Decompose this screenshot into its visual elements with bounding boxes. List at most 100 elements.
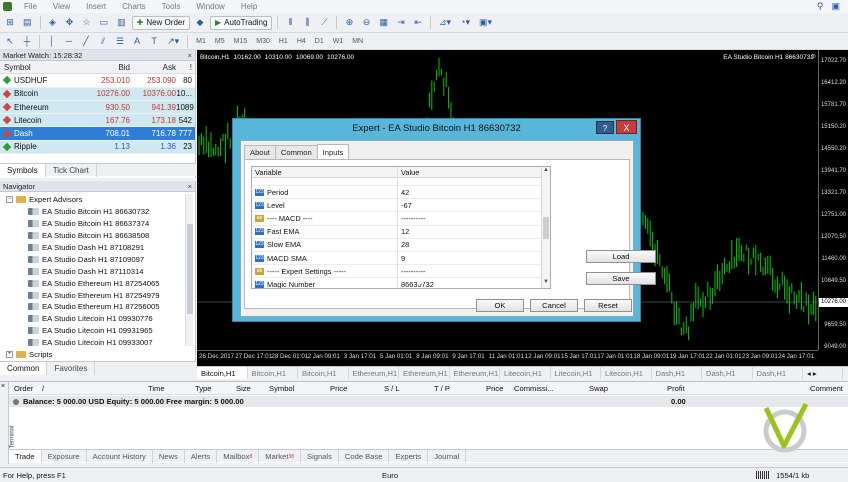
scrollbar-thumb[interactable] (543, 217, 549, 239)
menu-help[interactable]: Help (233, 2, 265, 11)
tree-ea-item[interactable]: EA Studio Dash H1 87110314 (0, 265, 195, 277)
channel-icon[interactable]: ⫽ (96, 34, 110, 48)
zoom-in-icon[interactable]: ⊕ (342, 16, 356, 30)
timeframe-d1[interactable]: D1 (312, 38, 327, 45)
tree-ea-item[interactable]: EA Studio Ethereum H1 87256005 (0, 301, 195, 313)
market-row-litecoin[interactable]: Litecoin 167.76 173.18 542 (0, 114, 195, 128)
menu-insert[interactable]: Insert (78, 2, 114, 11)
col-spread[interactable]: ! (176, 63, 194, 72)
col-profit[interactable]: Profit (667, 384, 685, 393)
chart-tab[interactable]: Bitcoin,H1 (248, 367, 298, 379)
chart-tab[interactable]: Dash,H1 (652, 367, 702, 379)
tree-ea-item[interactable]: EA Studio Dash H1 87108291 (0, 242, 195, 254)
terminal-tab[interactable]: Mailbox 8 (217, 450, 260, 463)
fibonacci-icon[interactable]: ☰ (113, 34, 127, 48)
tree-ea-item[interactable]: EA Studio Dash H1 87109097 (0, 253, 195, 265)
terminal-tab[interactable]: Signals (301, 450, 339, 463)
close-icon[interactable]: × (188, 182, 195, 191)
tab-common[interactable]: Common (274, 145, 318, 159)
timeframe-h1[interactable]: H1 (276, 38, 291, 45)
col-size[interactable]: Size (236, 384, 251, 393)
tree-ea-item[interactable]: EA Studio Bitcoin H1 86638508 (0, 230, 195, 242)
menu-window[interactable]: Window (188, 2, 232, 11)
tab-inputs[interactable]: Inputs (316, 144, 350, 159)
tree-ea-item[interactable]: EA Studio Litecoin H1 09930776 (0, 313, 195, 325)
auto-trading-button[interactable]: ▶ AutoTrading (210, 15, 273, 30)
ok-button[interactable]: OK (476, 299, 524, 312)
param-row[interactable]: ab ---- MACD ---- ---------- (252, 212, 550, 226)
tree-ea-item[interactable]: EA Studio Ethereum H1 87254065 (0, 277, 195, 289)
tile-icon[interactable]: ▦ (376, 16, 391, 30)
col-swap[interactable]: Swap (589, 384, 608, 393)
timeframe-w1[interactable]: W1 (330, 38, 347, 45)
col-commission[interactable]: Commissi... (514, 384, 554, 393)
terminal-tab[interactable]: Journal (428, 450, 467, 463)
timeframe-m15[interactable]: M15 (231, 38, 251, 45)
tab-tick-chart[interactable]: Tick Chart (46, 164, 97, 177)
col-ask[interactable]: Ask (130, 63, 176, 72)
terminal-tab[interactable]: Market 38 (259, 450, 301, 463)
zoom-out-icon[interactable]: ⊖ (359, 16, 373, 30)
market-row-dash[interactable]: Dash 708.01 716.78 777 (0, 127, 195, 141)
col-time[interactable]: Time (148, 384, 165, 393)
inputs-scrollbar[interactable]: ▲ ▼ (541, 167, 550, 288)
market-row-ripple[interactable]: Ripple 1.13 1.36 23 (0, 140, 195, 155)
col-order[interactable]: Order (14, 384, 33, 393)
param-value[interactable]: 28 (398, 240, 409, 249)
cancel-button[interactable]: Cancel (530, 299, 578, 312)
metaeditor-icon[interactable]: ◆ (193, 16, 207, 30)
chart-tab[interactable]: Bitcoin,H1 (298, 367, 349, 379)
timeframe-m30[interactable]: M30 (253, 38, 273, 45)
close-button[interactable]: X (616, 120, 637, 134)
autoscroll-icon[interactable]: ⇥ (394, 16, 408, 30)
market-row-ethereum[interactable]: Ethereum 930.50 941.39 1089 (0, 100, 195, 115)
menu-tools[interactable]: Tools (154, 2, 189, 11)
col-tp[interactable]: T / P (434, 384, 450, 393)
arrows-icon[interactable]: ↗▾ (164, 34, 182, 48)
col-type[interactable]: Type (195, 384, 211, 393)
param-value[interactable]: 9 (398, 254, 405, 263)
tree-ea-item[interactable]: EA Studio Bitcoin H1 86637374 (0, 218, 195, 230)
param-row[interactable]: 123 Magic Number 86630732 (252, 278, 550, 288)
terminal-tab[interactable]: Trade (9, 450, 42, 463)
param-row[interactable]: 123 Period 42 (252, 186, 550, 200)
chart-tab[interactable]: Litecoin,H1 (500, 367, 551, 379)
collapse-icon[interactable]: − (6, 196, 13, 204)
tree-ea-item[interactable]: EA Studio Litecoin H1 09931965 (0, 325, 195, 337)
chart-tab[interactable]: Dash,H1 (753, 367, 803, 379)
col-price-current[interactable]: Price (486, 384, 503, 393)
expand-icon[interactable]: + (6, 351, 13, 359)
terminal-tab[interactable]: Alerts (185, 450, 218, 463)
scroll-up-icon[interactable]: ▲ (542, 167, 550, 176)
param-row[interactable]: 123 Slow EMA 28 (252, 238, 550, 252)
navigator-icon[interactable]: ☆ (80, 16, 94, 30)
menu-view[interactable]: View (45, 2, 78, 11)
terminal-tab[interactable]: Experts (389, 450, 429, 463)
search-icon[interactable]: ⚲ (817, 1, 824, 12)
chart-tab[interactable]: Bitcoin,H1 (197, 367, 248, 379)
terminal-tab[interactable]: Exposure (42, 450, 87, 463)
line-chart-icon[interactable]: ⟋ (317, 16, 331, 30)
save-button[interactable]: Save (586, 272, 656, 285)
tester-icon[interactable]: ▥ (114, 16, 129, 30)
chart-tab[interactable]: Ethereum,H1 (450, 367, 500, 379)
market-row-bitcoin[interactable]: Bitcoin 10276.00 10376.00 10... (0, 87, 195, 101)
chat-icon[interactable]: ▣ (831, 1, 840, 12)
col-symbol[interactable]: Symbol (0, 63, 86, 72)
reset-button[interactable]: Reset (584, 299, 632, 312)
param-row[interactable]: 123 Fast EMA 12 (252, 225, 550, 239)
terminal-tab[interactable]: News (153, 450, 185, 463)
param-value[interactable]: -67 (398, 201, 412, 210)
param-value[interactable]: 12 (398, 227, 409, 236)
tab-scroll-arrows-icon[interactable]: ◂ ▸ (803, 367, 843, 379)
trendline-icon[interactable]: ╱ (79, 34, 93, 48)
col-bid[interactable]: Bid (86, 63, 130, 72)
tree-ea-item[interactable]: EA Studio Bitcoin H1 86630732 (0, 206, 195, 218)
tab-symbols[interactable]: Symbols (0, 164, 46, 177)
data-window-icon[interactable]: ✥ (63, 16, 77, 30)
crosshair-icon[interactable]: ┼ (20, 34, 34, 48)
new-order-button[interactable]: ✚ New Order (131, 15, 191, 30)
col-value[interactable]: Value (398, 168, 419, 177)
new-chart-icon[interactable]: ⊞ (3, 16, 17, 30)
candles-icon[interactable]: ⫼ (300, 16, 314, 30)
